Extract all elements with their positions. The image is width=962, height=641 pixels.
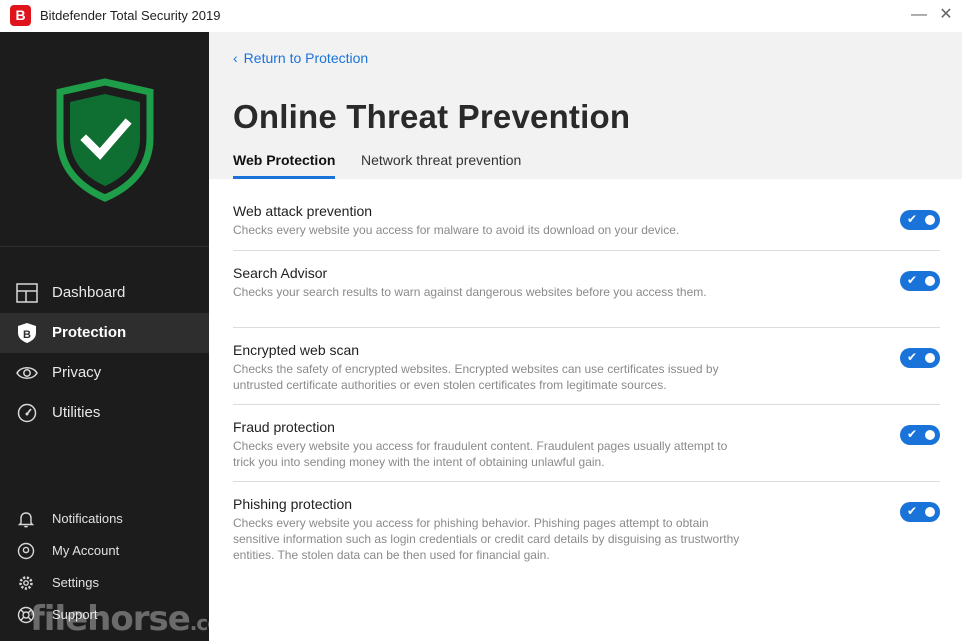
nav-item-notifications[interactable]: Notifications <box>0 502 209 534</box>
primary-nav: Dashboard B Protection Privacy Utilities <box>0 273 209 433</box>
eye-icon <box>16 367 38 379</box>
setting-description: Checks your search results to warn again… <box>233 285 707 299</box>
check-icon: ✔ <box>907 212 918 226</box>
status-shield-area <box>0 32 209 247</box>
watermark-text: filehorse <box>30 599 191 639</box>
bitdefender-logo-icon: B <box>10 5 31 26</box>
fraud-protection-toggle[interactable]: ✔ <box>900 425 940 445</box>
dashboard-icon <box>16 283 38 303</box>
check-icon: ✔ <box>907 273 918 287</box>
main-panel: ‹ Return to Protection Online Threat Prev… <box>209 32 962 641</box>
setting-description: Checks every website you access for phis… <box>233 516 740 562</box>
tab-web-protection[interactable]: Web Protection <box>233 152 336 179</box>
shield-check-icon <box>56 78 154 202</box>
back-link-label: Return to Protection <box>243 50 369 66</box>
nav-item-protection[interactable]: B Protection <box>0 313 209 353</box>
check-icon: ✔ <box>907 350 918 364</box>
minimize-button[interactable]: — <box>907 4 931 26</box>
check-icon: ✔ <box>907 504 918 518</box>
setting-description: Checks every website you access for frau… <box>233 439 728 469</box>
web-attack-prevention-toggle[interactable]: ✔ <box>900 210 940 230</box>
nav-item-utilities[interactable]: Utilities <box>0 393 209 433</box>
nav-item-settings[interactable]: Settings <box>0 566 209 598</box>
nav-item-dashboard[interactable]: Dashboard <box>0 273 209 313</box>
setting-row-fraud-protection: Fraud protection Checks every website yo… <box>233 405 940 482</box>
gauge-icon <box>17 403 37 423</box>
nav-label-protection: Protection <box>52 324 127 341</box>
encrypted-web-scan-toggle[interactable]: ✔ <box>900 348 940 368</box>
search-advisor-toggle[interactable]: ✔ <box>900 271 940 291</box>
nav-label-dashboard: Dashboard <box>52 284 126 301</box>
setting-row-phishing-protection: Phishing protection Checks every website… <box>233 482 940 576</box>
setting-title: Fraud protection <box>233 419 335 435</box>
setting-title: Web attack prevention <box>233 203 373 219</box>
phishing-protection-toggle[interactable]: ✔ <box>900 502 940 522</box>
chevron-left-icon: ‹ <box>233 50 238 66</box>
setting-title: Phishing protection <box>233 496 353 512</box>
gear-icon <box>19 576 33 590</box>
svg-text:B: B <box>23 329 31 341</box>
nav-item-privacy[interactable]: Privacy <box>0 353 209 393</box>
close-button[interactable]: ✕ <box>934 4 958 26</box>
setting-row-web-attack-prevention: Web attack prevention Checks every websi… <box>233 190 940 251</box>
tab-network-threat-prevention[interactable]: Network threat prevention <box>361 152 521 179</box>
nav-item-my-account[interactable]: My Account <box>0 534 209 566</box>
toggle-knob <box>925 353 935 363</box>
setting-description: Checks the safety of encrypted websites.… <box>233 362 719 392</box>
nav-label-privacy: Privacy <box>52 364 102 381</box>
toggle-knob <box>925 430 935 440</box>
setting-row-search-advisor: Search Advisor Checks your search result… <box>233 251 940 328</box>
toggle-knob <box>925 276 935 286</box>
setting-description: Checks every website you access for malw… <box>233 223 680 237</box>
settings-list: Web attack prevention Checks every websi… <box>233 190 940 576</box>
nav-label-my-account: My Account <box>52 543 120 558</box>
protection-b-icon: B <box>18 323 36 343</box>
window-title: Bitdefender Total Security 2019 <box>40 8 221 23</box>
title-bar: B Bitdefender Total Security 2019 — ✕ <box>0 0 962 32</box>
setting-title: Encrypted web scan <box>233 342 360 358</box>
check-icon: ✔ <box>907 427 918 441</box>
user-circle-icon <box>17 542 35 560</box>
nav-label-settings: Settings <box>52 575 99 590</box>
setting-row-encrypted-web-scan: Encrypted web scan Checks the safety of … <box>233 328 940 405</box>
nav-label-notifications: Notifications <box>52 511 123 526</box>
nav-label-utilities: Utilities <box>52 404 101 421</box>
return-to-protection-link[interactable]: ‹ Return to Protection <box>233 50 368 66</box>
setting-title: Search Advisor <box>233 265 328 281</box>
sidebar: Dashboard B Protection Privacy Utilities <box>0 32 241 641</box>
page-title: Online Threat Prevention <box>233 98 631 135</box>
toggle-knob <box>925 507 935 517</box>
bell-icon <box>17 512 35 528</box>
page-header: ‹ Return to Protection Online Threat Prev… <box>209 32 962 179</box>
toggle-knob <box>925 215 935 225</box>
